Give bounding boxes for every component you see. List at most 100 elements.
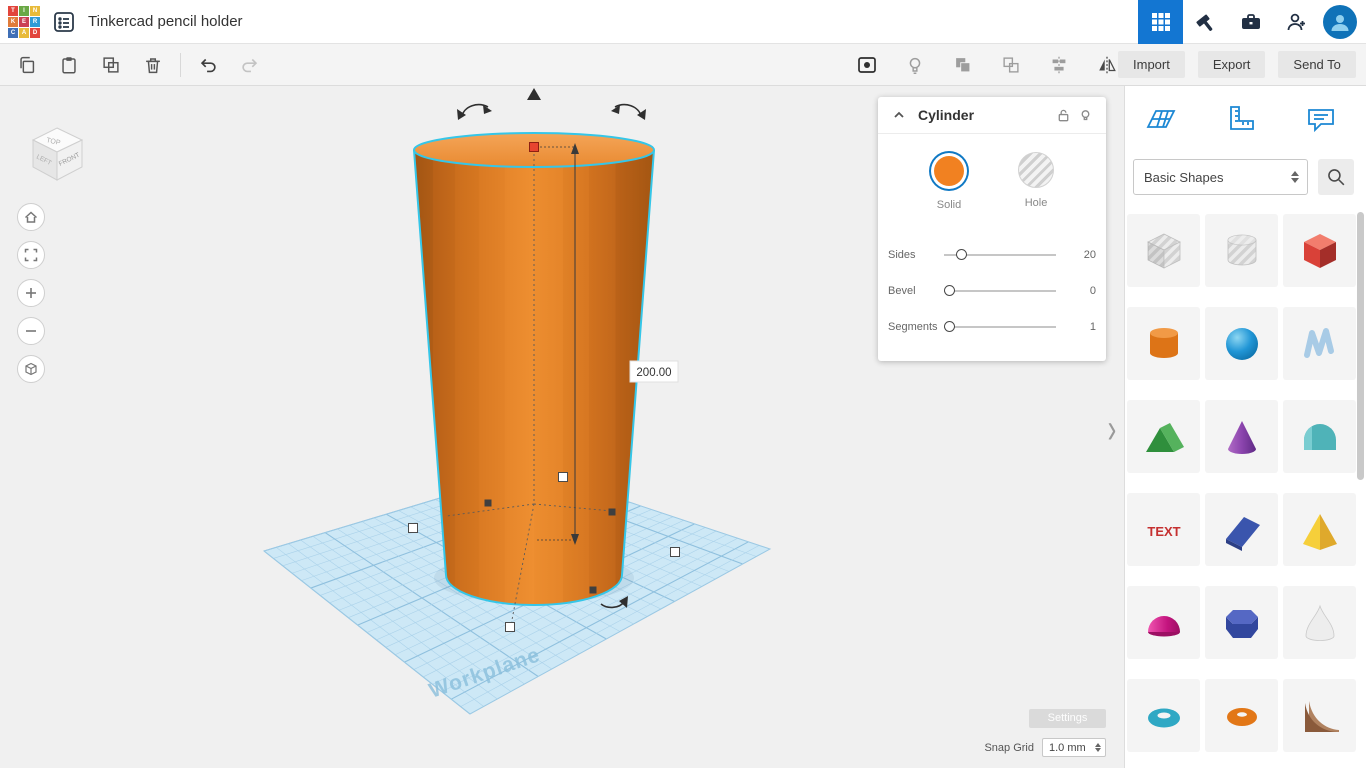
solid-option[interactable]: Solid [930, 152, 968, 211]
lightbulb-icon[interactable] [900, 50, 930, 80]
shape-tile-hole-box[interactable] [1127, 214, 1200, 287]
select-arrows-icon [1283, 171, 1307, 183]
panel-collapse-handle[interactable]: › [1102, 390, 1122, 467]
shape-tile-half-sphere[interactable] [1127, 586, 1200, 659]
workplane-tool-icon[interactable] [1144, 102, 1178, 136]
zoom-out-button[interactable] [17, 317, 45, 345]
shape-tile-paraboloid[interactable] [1283, 586, 1356, 659]
shape-tile-round-roof[interactable] [1283, 400, 1356, 473]
fit-view-button[interactable] [17, 241, 45, 269]
bevel-row: Bevel 0 [888, 273, 1096, 309]
shape-tile-text[interactable]: TEXT [1127, 493, 1200, 566]
lock-icon[interactable] [1052, 104, 1074, 126]
shape-tile-cylinder[interactable] [1127, 307, 1200, 380]
hole-swatch[interactable] [1018, 152, 1054, 188]
hole-option[interactable]: Hole [1018, 152, 1054, 211]
shape-tile-box[interactable] [1283, 214, 1356, 287]
shape-tile-pyramid[interactable] [1283, 493, 1356, 566]
visibility-bulb-icon[interactable] [1074, 104, 1096, 126]
top-height-handle[interactable] [530, 143, 539, 152]
move-up-arrow-handle[interactable] [527, 88, 541, 100]
send-to-button[interactable]: Send To [1278, 51, 1355, 78]
shape-tile-polygon[interactable] [1205, 586, 1278, 659]
rotate-handle-top-right[interactable] [611, 105, 646, 120]
user-avatar[interactable] [1323, 5, 1357, 39]
logo-tile: A [19, 28, 29, 38]
settings-button[interactable]: Settings [1029, 709, 1106, 728]
sides-slider[interactable] [944, 249, 1056, 261]
shape-t tile-fillet[interactable] [1283, 679, 1356, 752]
export-button[interactable]: Export [1198, 51, 1266, 78]
tinkercad-app: T I N K E R C A D Tinkercad pencil holde… [0, 0, 1366, 768]
shape-tile-wedge[interactable] [1205, 493, 1278, 566]
collapse-chevron-icon[interactable] [888, 104, 910, 126]
inspector-header: Cylinder [878, 97, 1106, 134]
segments-slider[interactable] [944, 321, 1056, 333]
duplicate-icon[interactable] [96, 50, 126, 80]
inspector-title: Cylinder [918, 107, 1052, 123]
corner-handle[interactable] [671, 548, 680, 557]
dimension-input[interactable]: 200.00 [630, 361, 678, 382]
ruler-tool-icon[interactable] [1224, 102, 1258, 136]
shape-tile-cone[interactable] [1205, 400, 1278, 473]
segments-slider-knob[interactable] [944, 321, 955, 332]
align-icon[interactable] [1044, 50, 1074, 80]
logo-tile: R [30, 17, 40, 27]
rotate-handle-top-left[interactable] [457, 105, 492, 120]
corner-handle[interactable] [506, 623, 515, 632]
shape-tile-torus[interactable] [1127, 679, 1200, 752]
view-cube[interactable]: TOP LEFT FRONT [33, 128, 82, 180]
bevel-label: Bevel [888, 285, 944, 297]
svg-text:TEXT: TEXT [1147, 524, 1180, 539]
snap-grid-control: Snap Grid 1.0 mm [984, 738, 1106, 757]
panel-scrollbar[interactable] [1357, 212, 1364, 480]
edge-handle[interactable] [590, 587, 597, 594]
redo-icon[interactable] [235, 50, 265, 80]
bevel-slider[interactable] [944, 285, 1056, 297]
segments-value: 1 [1070, 321, 1096, 333]
classes-briefcase-icon[interactable] [1228, 0, 1273, 44]
copy-icon[interactable] [12, 50, 42, 80]
shape-tile-sphere[interactable] [1205, 307, 1278, 380]
mid-height-handle[interactable] [559, 473, 568, 482]
home-view-button[interactable] [17, 203, 45, 231]
snap-grid-value: 1.0 mm [1043, 742, 1091, 754]
snap-grid-select[interactable]: 1.0 mm [1042, 738, 1106, 757]
show-all-icon[interactable] [852, 50, 882, 80]
perspective-toggle-button[interactable] [17, 355, 45, 383]
sides-slider-knob[interactable] [956, 249, 967, 260]
sides-value: 20 [1070, 249, 1096, 261]
design-menu-icon[interactable] [52, 10, 76, 34]
delete-icon[interactable] [138, 50, 168, 80]
shapes-panel: Basic Shapes [1125, 86, 1366, 768]
dashboard-grid-icon[interactable] [1138, 0, 1183, 44]
paste-icon[interactable] [54, 50, 84, 80]
tinkercad-logo[interactable]: T I N K E R C A D [8, 6, 40, 38]
edge-handle[interactable] [609, 509, 616, 516]
undo-icon[interactable] [193, 50, 223, 80]
import-button[interactable]: Import [1118, 51, 1185, 78]
shape-inspector: Cylinder Solid [878, 97, 1106, 361]
shape-tile-roof[interactable] [1127, 400, 1200, 473]
ungroup-icon[interactable] [996, 50, 1026, 80]
shape-search-button[interactable] [1318, 159, 1354, 195]
tinker-hammer-icon[interactable] [1183, 0, 1228, 44]
design-canvas[interactable]: Workplane [0, 86, 1125, 768]
notes-tool-icon[interactable] [1304, 102, 1338, 136]
segments-row: Segments 1 [888, 309, 1096, 345]
sides-label: Sides [888, 249, 944, 261]
invite-person-icon[interactable] [1273, 0, 1318, 44]
shape-tiles-grid: TEXT [1127, 214, 1356, 752]
zoom-in-button[interactable] [17, 279, 45, 307]
group-icon[interactable] [948, 50, 978, 80]
shape-tile-scribble[interactable] [1283, 307, 1356, 380]
logo-tile: N [30, 6, 40, 16]
corner-handle[interactable] [409, 524, 418, 533]
shape-tile-hole-cylinder[interactable] [1205, 214, 1278, 287]
shape-category-select[interactable]: Basic Shapes [1133, 159, 1308, 195]
logo-tile: K [8, 17, 18, 27]
edge-handle[interactable] [485, 500, 492, 507]
solid-swatch[interactable] [934, 156, 964, 186]
bevel-slider-knob[interactable] [944, 285, 955, 296]
shape-tile-tube[interactable] [1205, 679, 1278, 752]
